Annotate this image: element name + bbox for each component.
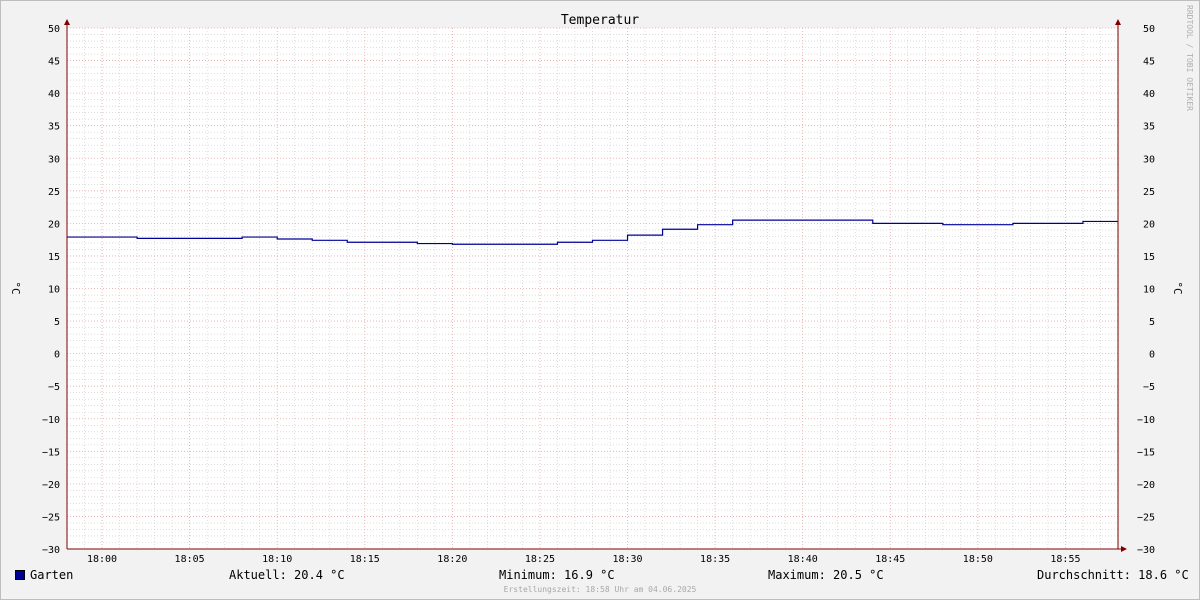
temperature-chart: 50454035302520151050−5−10−15−20−25−30 50… bbox=[9, 5, 1194, 565]
y-tick-label-left: −5 bbox=[48, 382, 60, 393]
y-tick-label-right: 20 bbox=[1143, 219, 1155, 230]
legend-current: Aktuell: 20.4 °C bbox=[229, 568, 345, 582]
y-tick-label-right: 30 bbox=[1143, 154, 1155, 165]
y-tick-label-left: −15 bbox=[42, 447, 60, 458]
y-tick-label-right: 35 bbox=[1143, 122, 1155, 133]
legend-series-name: Garten bbox=[30, 568, 74, 582]
y-tick-label-left: 25 bbox=[48, 187, 60, 198]
y-axis-left-arrow-icon bbox=[64, 19, 70, 25]
x-tick-label: 18:20 bbox=[437, 554, 467, 565]
legend-row: Garten Aktuell: 20.4 °C Minimum: 16.9 °C… bbox=[0, 568, 1200, 584]
y-axis-label-left: °C bbox=[9, 281, 22, 294]
y-axis-left-ticks: 50454035302520151050−5−10−15−20−25−30 bbox=[42, 24, 60, 556]
legend-maximum: Maximum: 20.5 °C bbox=[768, 568, 884, 582]
legend-minimum: Minimum: 16.9 °C bbox=[499, 568, 615, 582]
y-tick-label-right: 50 bbox=[1143, 24, 1155, 35]
y-tick-label-left: 10 bbox=[48, 285, 60, 296]
x-tick-label: 18:25 bbox=[525, 554, 555, 565]
y-tick-label-right: −10 bbox=[1137, 415, 1155, 426]
y-axis-right-arrow-icon bbox=[1115, 19, 1121, 25]
y-tick-label-left: 20 bbox=[48, 219, 60, 230]
x-tick-label: 18:40 bbox=[788, 554, 818, 565]
y-tick-label-right: −25 bbox=[1137, 512, 1155, 523]
y-axis-label-right: °C bbox=[1171, 281, 1184, 294]
y-tick-label-right: −5 bbox=[1143, 382, 1155, 393]
x-tick-label: 18:50 bbox=[963, 554, 993, 565]
y-tick-label-left: 35 bbox=[48, 122, 60, 133]
x-tick-label: 18:00 bbox=[87, 554, 117, 565]
y-tick-label-right: 25 bbox=[1143, 187, 1155, 198]
x-tick-label: 18:30 bbox=[612, 554, 642, 565]
y-tick-label-right: 0 bbox=[1149, 350, 1155, 361]
x-tick-label: 18:55 bbox=[1050, 554, 1080, 565]
y-tick-label-right: 45 bbox=[1143, 57, 1155, 68]
x-tick-label: 18:05 bbox=[175, 554, 205, 565]
y-tick-label-left: 5 bbox=[54, 317, 60, 328]
x-tick-label: 18:15 bbox=[350, 554, 380, 565]
legend-average: Durchschnitt: 18.6 °C bbox=[1037, 568, 1189, 582]
y-axis-right-ticks: 50454035302520151050−5−10−15−20−25−30 bbox=[1137, 24, 1155, 556]
y-tick-label-left: −25 bbox=[42, 512, 60, 523]
x-tick-label: 18:45 bbox=[875, 554, 905, 565]
y-tick-label-right: −30 bbox=[1137, 545, 1155, 556]
rrdtool-watermark: RRDTOOL / TOBI OETIKER bbox=[1185, 5, 1194, 111]
y-tick-label-left: 15 bbox=[48, 252, 60, 263]
y-tick-label-right: 5 bbox=[1149, 317, 1155, 328]
y-tick-label-left: −10 bbox=[42, 415, 60, 426]
x-axis-ticks: 18:00 18:05 18:10 18:15 18:20 18:25 18:30 18:35… bbox=[87, 554, 1081, 565]
x-tick-label: 18:10 bbox=[262, 554, 292, 565]
chart-title: Temperatur bbox=[561, 13, 639, 28]
x-axis-arrow-icon bbox=[1121, 546, 1127, 552]
y-tick-label-left: 40 bbox=[48, 89, 60, 100]
y-tick-label-right: 40 bbox=[1143, 89, 1155, 100]
y-tick-label-left: 50 bbox=[48, 24, 60, 35]
y-tick-label-left: −30 bbox=[42, 545, 60, 556]
y-tick-label-right: −20 bbox=[1137, 480, 1155, 491]
y-tick-label-right: 15 bbox=[1143, 252, 1155, 263]
y-tick-label-left: 0 bbox=[54, 350, 60, 361]
y-tick-label-left: 45 bbox=[48, 57, 60, 68]
y-tick-label-right: 10 bbox=[1143, 285, 1155, 296]
x-tick-label: 18:35 bbox=[700, 554, 730, 565]
y-tick-label-left: 30 bbox=[48, 154, 60, 165]
y-tick-label-right: −15 bbox=[1137, 447, 1155, 458]
y-tick-label-left: −20 bbox=[42, 480, 60, 491]
creation-time-note: Erstellungszeit: 18:58 Uhr am 04.06.2025 bbox=[503, 585, 697, 594]
